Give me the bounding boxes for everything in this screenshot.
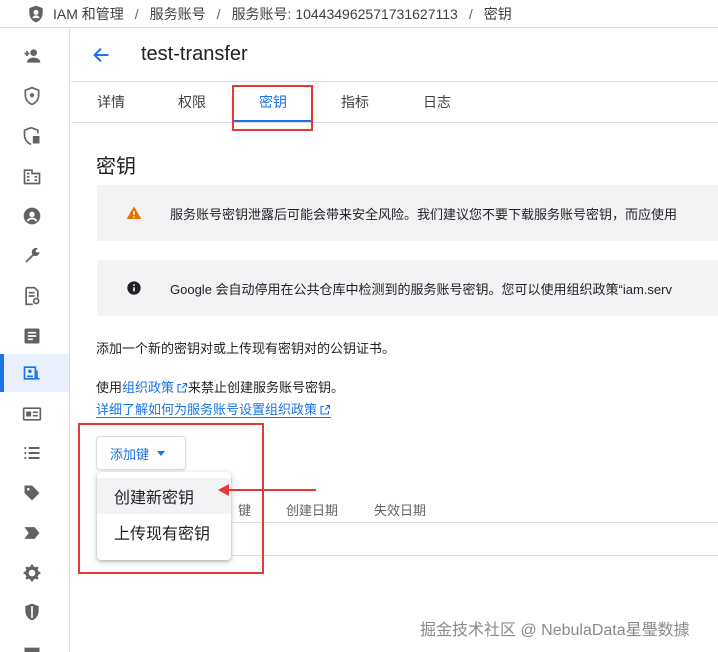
tab-permissions[interactable]: 权限 bbox=[178, 92, 206, 112]
info-icon bbox=[126, 280, 142, 296]
audit-log-icon bbox=[24, 286, 40, 306]
intro-text: 添加一个新的密钥对或上传现有密钥对的公钥证书。 bbox=[96, 341, 396, 356]
column-header-created[interactable]: 创建日期 bbox=[286, 500, 338, 519]
left-nav-rail bbox=[0, 29, 70, 652]
rail-settings[interactable] bbox=[0, 554, 69, 592]
shield-icon bbox=[24, 603, 39, 621]
security-shield-icon bbox=[24, 86, 39, 106]
storage-icon bbox=[24, 647, 39, 652]
column-header-expires[interactable]: 失效日期 bbox=[374, 500, 426, 519]
notes-icon bbox=[24, 328, 39, 344]
rail-policy[interactable] bbox=[0, 117, 69, 155]
policy-suffix: 来禁止创建服务账号密钥。 bbox=[188, 380, 345, 395]
list-icon bbox=[24, 446, 39, 460]
tag-icon bbox=[24, 485, 39, 501]
tab-metrics[interactable]: 指标 bbox=[341, 92, 369, 112]
person-add-icon bbox=[24, 49, 40, 63]
menu-annotation-box bbox=[78, 423, 264, 574]
breadcrumb-separator: / bbox=[216, 5, 221, 22]
rail-list[interactable] bbox=[0, 434, 69, 472]
rail-notes[interactable] bbox=[0, 317, 69, 355]
rail-storage[interactable] bbox=[0, 632, 69, 652]
breadcrumb-service-account-id[interactable]: 服务账号: 104434962571731627113 bbox=[232, 4, 458, 24]
rail-workload[interactable] bbox=[0, 395, 69, 433]
gear-icon bbox=[23, 564, 40, 582]
info-text: Google 会自动停用在公共仓库中检测到的服务账号密钥。您可以使用组织政策“i… bbox=[170, 281, 672, 297]
breadcrumb-separator: / bbox=[134, 5, 139, 22]
business-icon bbox=[23, 169, 40, 185]
policy-line: 使用组织政策 来禁止创建服务账号密钥。 bbox=[96, 377, 344, 396]
learn-more-link[interactable]: 详细了解如何为服务账号设置组织政策 bbox=[96, 402, 332, 418]
card-icon bbox=[22, 407, 41, 421]
warning-text: 服务账号密钥泄露后可能会带来安全风险。我们建议您不要下载服务账号密钥，而应使用 bbox=[170, 206, 678, 222]
tab-logs[interactable]: 日志 bbox=[423, 92, 451, 112]
iam-shield-icon bbox=[25, 3, 47, 25]
warning-icon bbox=[126, 205, 142, 221]
service-account-key-icon bbox=[23, 366, 39, 380]
open-in-new-icon bbox=[177, 382, 188, 393]
breadcrumb-keys: 密钥 bbox=[483, 5, 512, 22]
tabs-divider bbox=[71, 122, 718, 123]
breadcrumb-separator: / bbox=[468, 5, 473, 22]
breadcrumb-iam[interactable]: IAM 和管理 bbox=[53, 4, 124, 24]
back-button[interactable] bbox=[88, 42, 114, 68]
rail-account[interactable] bbox=[0, 197, 69, 235]
table-row-divider bbox=[232, 555, 718, 556]
label-arrow-icon bbox=[24, 527, 39, 539]
rail-audit[interactable] bbox=[0, 277, 69, 315]
policy-prefix: 使用 bbox=[96, 380, 123, 395]
annotation-arrow-icon bbox=[218, 484, 316, 496]
warning-banner: 服务账号密钥泄露后可能会带来安全风险。我们建议您不要下载服务账号密钥，而应使用 bbox=[97, 185, 718, 241]
rail-privacy[interactable] bbox=[0, 593, 69, 631]
rail-tags[interactable] bbox=[0, 474, 69, 512]
info-banner: Google 会自动停用在公共仓库中检测到的服务账号密钥。您可以使用组织政策“i… bbox=[97, 260, 718, 316]
tab-annotation-box bbox=[232, 85, 313, 131]
rail-service-accounts[interactable] bbox=[0, 354, 69, 392]
page-title: test-transfer bbox=[141, 43, 248, 65]
org-policy-link[interactable]: 组织政策 bbox=[122, 380, 188, 395]
open-in-new-icon bbox=[320, 404, 331, 415]
section-title: 密钥 bbox=[96, 156, 136, 178]
table-header-divider bbox=[232, 522, 718, 523]
breadcrumb: IAM 和管理 / 服务账号 / 服务账号: 10443496257173162… bbox=[0, 0, 718, 28]
wrench-icon bbox=[24, 248, 40, 263]
header-divider bbox=[71, 81, 718, 82]
rail-business[interactable] bbox=[0, 157, 69, 195]
learn-more-line: 详细了解如何为服务账号设置组织政策 bbox=[96, 399, 332, 418]
watermark: 掘金技术社区 @ NebulaData星璺数據 bbox=[420, 622, 690, 639]
account-circle-icon bbox=[23, 207, 40, 225]
arrow-back-icon bbox=[93, 47, 109, 63]
rail-labels[interactable] bbox=[0, 514, 69, 552]
tab-details[interactable]: 详情 bbox=[97, 92, 125, 112]
rail-tools[interactable] bbox=[0, 237, 69, 275]
rail-person-add[interactable] bbox=[0, 37, 69, 75]
rail-security[interactable] bbox=[0, 77, 69, 115]
policy-icon bbox=[23, 126, 39, 146]
breadcrumb-service-accounts[interactable]: 服务账号 bbox=[150, 4, 206, 24]
